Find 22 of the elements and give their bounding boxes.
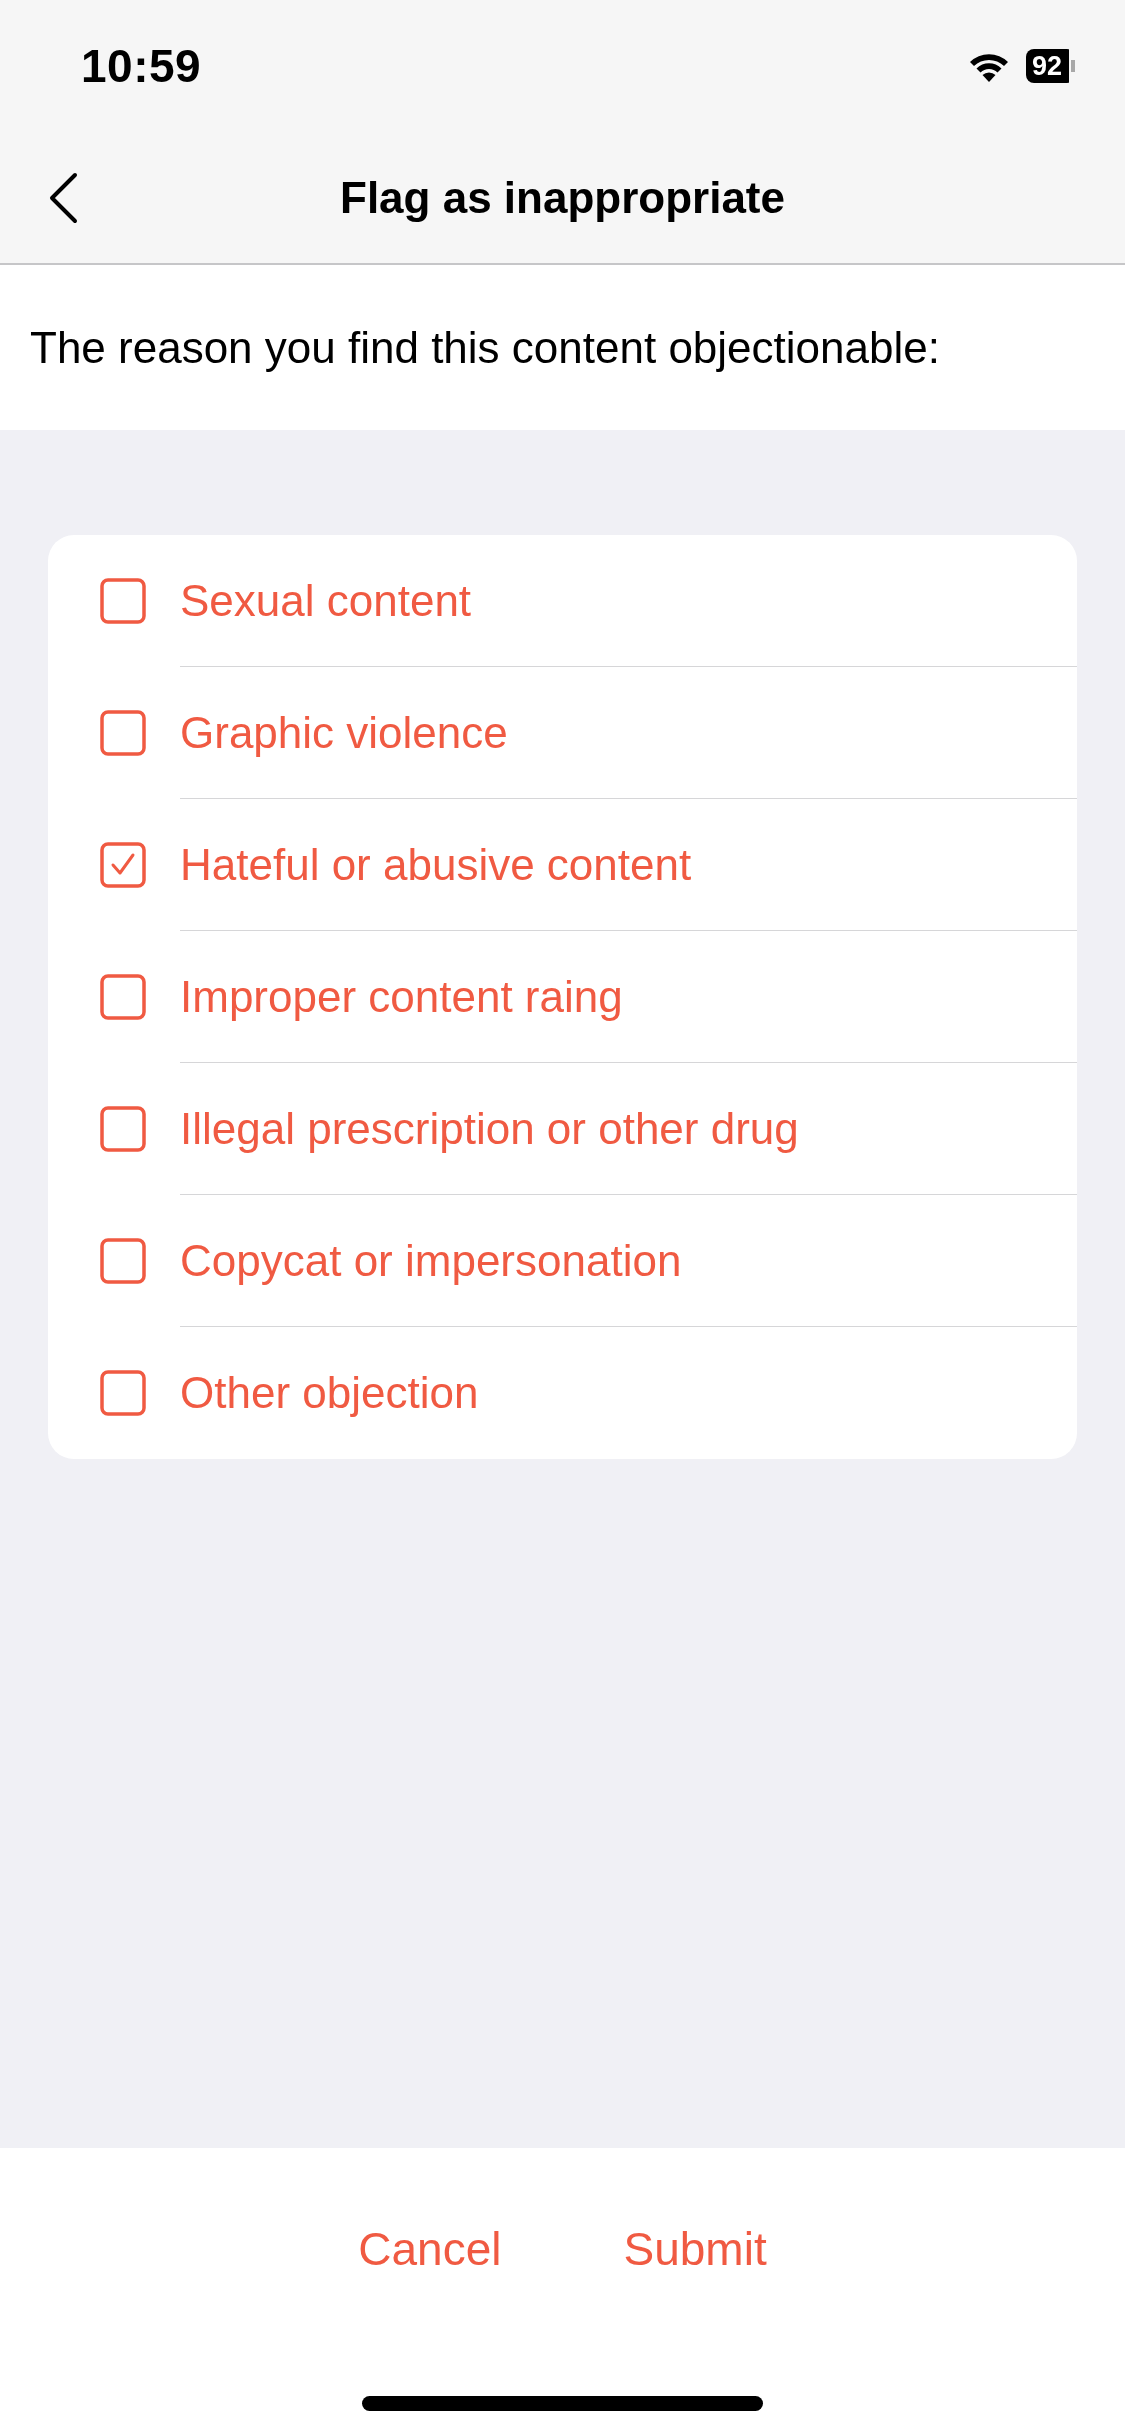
checkbox[interactable] xyxy=(100,1106,146,1152)
option-label[interactable]: Graphic violence xyxy=(180,699,508,766)
submit-button[interactable]: Submit xyxy=(603,2220,787,2280)
option-label[interactable]: Sexual content xyxy=(180,567,472,634)
checked-checkbox[interactable] xyxy=(100,842,146,888)
checkbox[interactable] xyxy=(100,1238,146,1284)
battery-level: 92 xyxy=(1025,49,1075,83)
option-label[interactable]: Copycat or impersonation xyxy=(180,1227,682,1294)
option-label[interactable]: Illegal prescription or other drug xyxy=(180,1095,799,1162)
status-time: 10:59 xyxy=(81,38,202,94)
checkbox[interactable] xyxy=(100,1370,146,1416)
back-button[interactable] xyxy=(48,171,78,224)
checkbox[interactable] xyxy=(100,974,146,1020)
prompt-text: The reason you find this content objectionable: xyxy=(30,321,940,374)
option-label[interactable]: Improper content raing xyxy=(180,963,623,1030)
chevron-left-icon xyxy=(48,171,78,224)
checkbox[interactable] xyxy=(100,710,146,756)
checkbox[interactable] xyxy=(100,578,146,624)
screen-title: Flag as inappropriate xyxy=(340,171,785,224)
cancel-button[interactable]: Cancel xyxy=(338,2220,522,2280)
option-label[interactable]: Other objection xyxy=(180,1360,479,1426)
option-label[interactable]: Hateful or abusive content xyxy=(180,831,692,898)
